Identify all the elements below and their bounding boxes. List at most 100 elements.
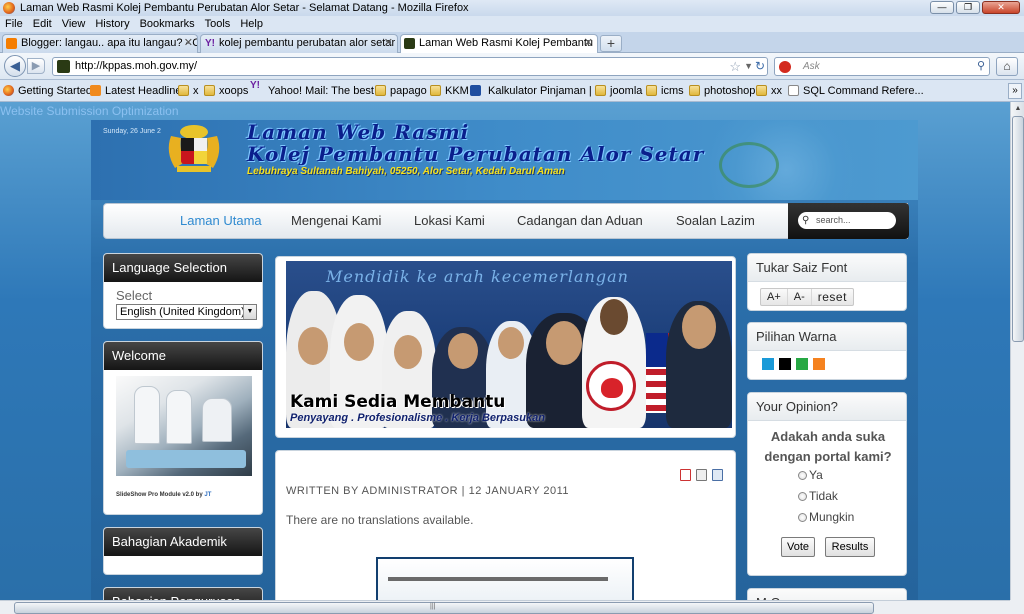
search-bar[interactable]: Ask ⚲ — [774, 57, 990, 76]
tab-close-icon[interactable]: ✕ — [584, 35, 593, 52]
bookmark-kalkulator-pinjaman[interactable]: Kalkulator Pinjaman | ... — [470, 80, 604, 101]
bookmark-yahoo-mail[interactable]: Y! Yahoo! Mail: The best ... — [250, 80, 386, 101]
tab-close-icon[interactable]: ✕ — [384, 35, 393, 52]
nav-lokasi-kami[interactable]: Lokasi Kami — [414, 204, 485, 238]
pdf-icon[interactable] — [680, 469, 691, 481]
color-swatch-blue[interactable] — [762, 358, 774, 370]
image-figure — [202, 398, 232, 442]
welcome-module: Welcome SlideShow Pro Module v2.0 by JT — [103, 341, 263, 515]
navigation-toolbar: ◀ ▶ http://kppas.moh.gov.my/ ☆ ▼ ↻ Ask ⚲… — [0, 53, 1024, 80]
maximize-button[interactable]: ❐ — [956, 1, 980, 14]
poll-results-button[interactable]: Results — [825, 537, 875, 557]
scroll-up-icon[interactable]: ▲ — [1011, 102, 1024, 116]
bookmark-folder-xx[interactable]: xx — [756, 80, 782, 101]
folder-icon — [595, 85, 606, 96]
site-favicon-icon — [57, 60, 70, 73]
menu-edit[interactable]: Edit — [33, 16, 52, 32]
bookmark-folder-papago[interactable]: papago — [375, 80, 427, 101]
bookmark-latest-headlines[interactable]: Latest Headlines — [90, 80, 187, 101]
reload-icon[interactable]: ↻ — [755, 58, 765, 75]
bookmark-label: icms — [661, 85, 684, 97]
banner-face — [600, 299, 628, 335]
yahoo-icon: Y! — [205, 38, 215, 49]
module-title[interactable]: Bahagian Pengurusan — [104, 588, 262, 600]
menu-tools[interactable]: Tools — [205, 16, 231, 32]
radio-icon[interactable] — [798, 492, 807, 501]
email-icon[interactable] — [712, 469, 723, 481]
menu-view[interactable]: View — [62, 16, 86, 32]
site-wrapper: Sunday, 26 June 2 Laman Web Rasmi Kolej … — [91, 120, 918, 600]
module-title: M C — [748, 589, 906, 600]
bookmark-sql-command[interactable]: SQL Command Refere... — [788, 80, 924, 101]
menu-file[interactable]: File — [5, 16, 23, 32]
bookmark-folder-photoshop[interactable]: photoshop — [689, 80, 755, 101]
vertical-scroll-thumb[interactable] — [1012, 116, 1024, 342]
tab-blogger[interactable]: Blogger: langau.. apa itu langau? - Cr..… — [2, 34, 198, 53]
bookmark-folder-icms[interactable]: icms — [646, 80, 684, 101]
nav-mengenai-kami[interactable]: Mengenai Kami — [291, 204, 381, 238]
font-increase-button[interactable]: A+ — [761, 289, 788, 305]
banner-face — [498, 327, 524, 359]
chevron-down-icon[interactable]: ▼ — [243, 305, 256, 319]
color-swatch-orange[interactable] — [813, 358, 825, 370]
bookmarks-overflow-button[interactable]: » — [1008, 83, 1022, 99]
module-title: Your Opinion? — [748, 393, 906, 421]
menu-help[interactable]: Help — [240, 16, 263, 32]
tab-yahoo-search[interactable]: Y! kolej pembantu perubatan alor setar .… — [200, 34, 398, 53]
module-title[interactable]: Bahagian Akademik — [104, 528, 262, 556]
vertical-scrollbar[interactable]: ▲ — [1010, 102, 1024, 600]
bookmark-folder-joomla[interactable]: joomla — [595, 80, 642, 101]
tab-laman-web-rasmi[interactable]: Laman Web Rasmi Kolej Pembantu P... ✕ — [400, 34, 598, 54]
radio-icon[interactable] — [798, 471, 807, 480]
banner-image[interactable]: Mendidik ke arah kecemerlangan Kami Sedi… — [286, 261, 732, 428]
home-button[interactable]: ⌂ — [996, 57, 1018, 76]
radio-icon[interactable] — [798, 513, 807, 522]
article-byline: WRITTEN BY ADMINISTRATOR | 12 JANUARY 20… — [286, 485, 570, 497]
language-select[interactable]: English (United Kingdom) ▼ — [116, 304, 257, 320]
site-title-line2: Kolej Pembantu Perubatan Alor Setar — [247, 142, 705, 166]
url-bar[interactable]: http://kppas.moh.gov.my/ ☆ ▼ ↻ — [52, 57, 768, 76]
new-tab-button[interactable]: + — [600, 35, 622, 52]
coat-of-arms-logo[interactable] — [157, 122, 231, 174]
horizontal-scrollbar[interactable]: ||| — [0, 600, 1010, 614]
tab-close-icon[interactable]: ✕ — [184, 35, 193, 52]
ask-engine-icon[interactable] — [779, 61, 791, 73]
poll-option-tidak[interactable]: Tidak — [798, 489, 838, 503]
print-icon[interactable] — [696, 469, 707, 481]
module-title: Tukar Saiz Font — [748, 254, 906, 282]
search-icon[interactable]: ⚲ — [977, 58, 985, 75]
scroll-grip-icon: ||| — [430, 603, 436, 610]
url-dropdown-icon[interactable]: ▼ — [744, 58, 753, 75]
font-reset-button[interactable]: reset — [812, 289, 853, 305]
close-button[interactable]: ✕ — [982, 1, 1020, 14]
poll-vote-button[interactable]: Vote — [781, 537, 815, 557]
menu-history[interactable]: History — [95, 16, 129, 32]
nav-laman-utama[interactable]: Laman Utama — [180, 204, 262, 238]
font-decrease-button[interactable]: A- — [788, 289, 812, 305]
color-swatch-black[interactable] — [779, 358, 791, 370]
bookmark-folder-x[interactable]: x — [178, 80, 199, 101]
site-search-input[interactable]: ⚲ search... — [798, 212, 896, 229]
horizontal-scroll-thumb[interactable] — [14, 602, 874, 614]
poll-option-mungkin[interactable]: Mungkin — [798, 510, 854, 524]
welcome-slideshow-image[interactable] — [116, 376, 252, 476]
bookmark-label: Kalkulator Pinjaman | ... — [488, 85, 604, 97]
back-button[interactable]: ◀ — [4, 55, 26, 77]
bookmark-getting-started[interactable]: Getting Started — [3, 80, 92, 101]
bookmark-folder-kkm[interactable]: KKM — [430, 80, 469, 101]
poll-option-ya[interactable]: Ya — [798, 468, 823, 482]
module-title: Pilihan Warna — [748, 323, 906, 351]
slideshow-author-link[interactable]: JT — [204, 492, 211, 498]
color-swatch-green[interactable] — [796, 358, 808, 370]
menu-bookmarks[interactable]: Bookmarks — [140, 16, 195, 32]
minimize-button[interactable]: — — [930, 1, 954, 14]
back-arrow-icon: ◀ — [10, 58, 20, 73]
bookmark-folder-xoops[interactable]: xoops — [204, 80, 248, 101]
bookmark-label: xx — [771, 85, 782, 97]
rss-icon — [90, 85, 101, 96]
nav-cadangan-dan-aduan[interactable]: Cadangan dan Aduan — [517, 204, 643, 238]
forward-button[interactable]: ▶ — [27, 58, 45, 74]
nav-soalan-lazim[interactable]: Soalan Lazim — [676, 204, 755, 238]
website-submission-link[interactable]: Website Submission Optimization — [0, 104, 179, 118]
bookmark-star-icon[interactable]: ☆ — [729, 58, 741, 75]
